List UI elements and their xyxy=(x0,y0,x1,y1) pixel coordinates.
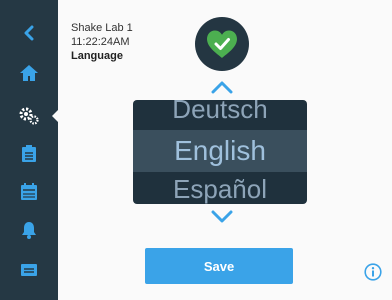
page-title: Language xyxy=(71,50,123,62)
scroll-up-button[interactable] xyxy=(207,78,237,96)
sidebar-item-home[interactable] xyxy=(0,55,58,91)
device-name: Shake Lab 1 xyxy=(71,22,133,34)
language-option-next[interactable]: Español xyxy=(133,174,307,204)
chevron-down-icon xyxy=(211,210,233,223)
language-option-selected[interactable]: English xyxy=(133,130,307,172)
heart-check-icon xyxy=(207,30,237,58)
save-button[interactable]: Save xyxy=(145,248,293,284)
card-icon xyxy=(21,264,37,276)
sidebar-item-calendar[interactable] xyxy=(0,174,58,210)
sidebar xyxy=(0,0,59,300)
sidebar-item-alerts[interactable] xyxy=(0,212,58,248)
scroll-down-button[interactable] xyxy=(207,208,237,226)
device-time: 11:22:24AM xyxy=(71,36,130,48)
sidebar-item-device[interactable] xyxy=(0,252,58,288)
language-option-previous[interactable]: Deutsch xyxy=(133,100,307,125)
home-icon xyxy=(20,65,38,81)
back-icon xyxy=(24,25,34,41)
bell-icon xyxy=(22,222,36,239)
sidebar-item-settings[interactable] xyxy=(0,98,58,134)
info-button[interactable] xyxy=(364,263,382,281)
status-badge xyxy=(195,17,249,71)
language-picker[interactable]: Deutsch English Español xyxy=(133,100,307,204)
sidebar-item-tasks[interactable] xyxy=(0,136,58,172)
clipboard-icon xyxy=(22,145,36,162)
settings-icon xyxy=(19,107,39,125)
chevron-up-icon xyxy=(211,81,233,94)
back-button[interactable] xyxy=(0,15,58,51)
calendar-icon xyxy=(21,183,37,200)
active-indicator xyxy=(52,109,59,123)
info-icon xyxy=(364,263,382,281)
